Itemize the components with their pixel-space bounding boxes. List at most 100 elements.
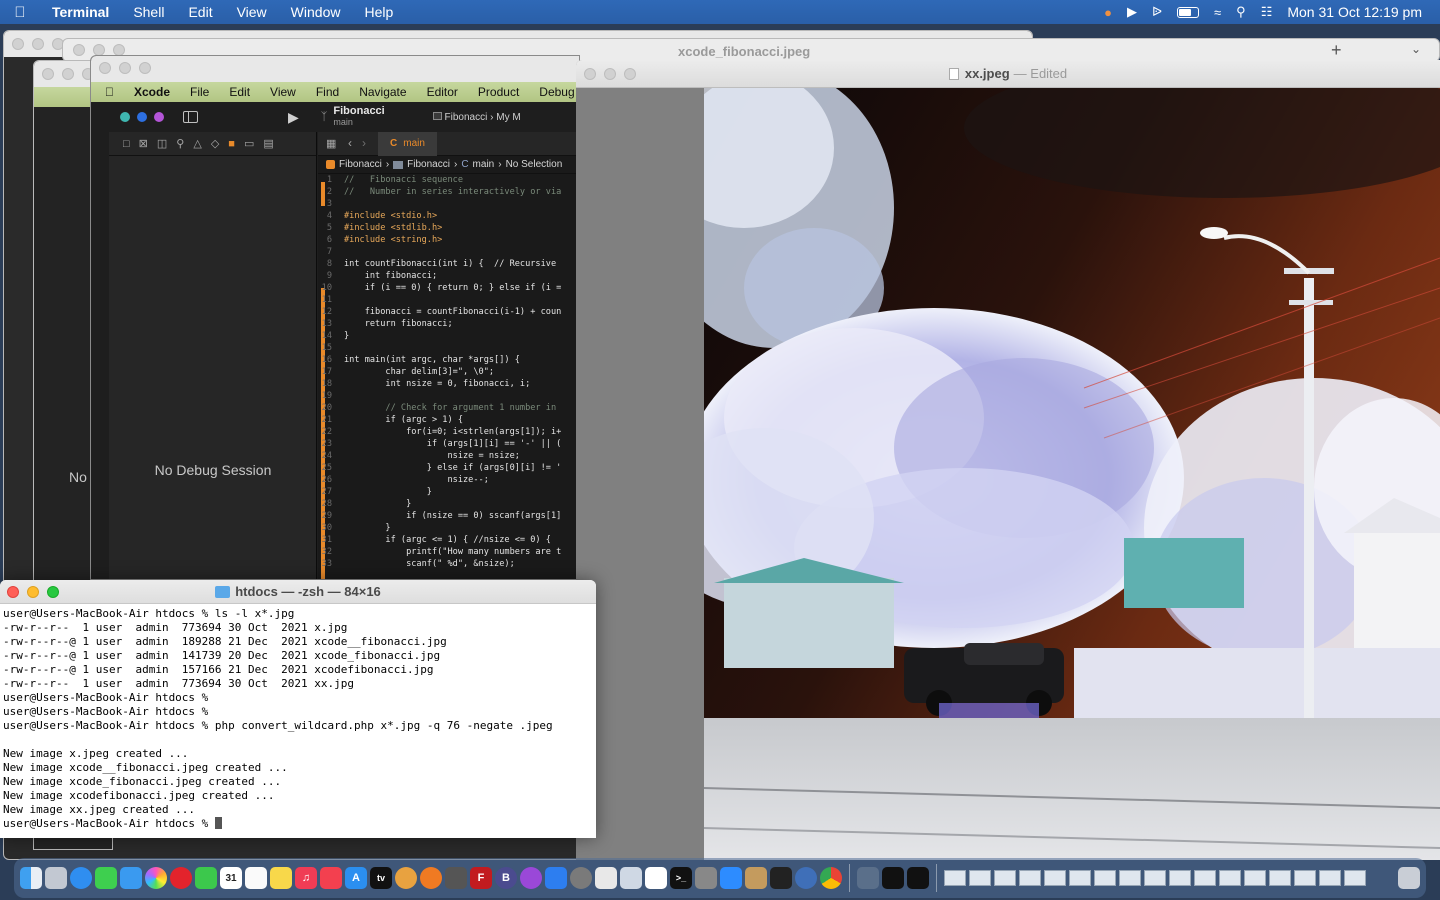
calculator-icon[interactable] [445,867,467,889]
code-line[interactable]: 1 // Fibonacci sequence [318,174,579,186]
code-line[interactable]: 23 if (args[1][i] == '-' || ( [318,438,579,450]
xcode-menu-debug[interactable]: Debug [529,85,579,99]
minimized-window-thumbnail[interactable] [994,870,1016,886]
gamepad-icon[interactable] [395,867,417,889]
launchpad-icon[interactable] [45,867,67,889]
code-line[interactable]: 17 char delim[3]=", \0"; [318,366,579,378]
minimized-window-thumbnail[interactable] [1294,870,1316,886]
xcode-menu-editor[interactable]: Editor [417,85,468,99]
jump-bar-project[interactable]: Fibonacci [339,159,382,170]
minimized-window-thumbnail[interactable] [969,870,991,886]
code-line[interactable]: 12 fibonacci = countFibonacci(i-1) + cou… [318,306,579,318]
bbedit-icon[interactable]: B [495,867,517,889]
minimized-window-thumbnail[interactable] [1044,870,1066,886]
window-dot-blue[interactable] [137,112,147,122]
bluetooth-icon[interactable]: ᐉ [1152,4,1162,20]
wifi-icon[interactable]: ≈ [1214,5,1221,20]
code-line[interactable]: 10 if (i == 0) { return 0; } else if (i … [318,282,579,294]
terminal-titlebar[interactable]: htdocs — -zsh — 84×16 [0,580,596,604]
play-status-icon[interactable]: ▶ [1127,4,1137,20]
finder-icon[interactable] [20,867,42,889]
system-preferences-icon[interactable] [570,867,592,889]
jump-bar-folder[interactable]: Fibonacci [407,159,450,170]
messages-icon[interactable] [95,867,117,889]
xcode-menu-product[interactable]: Product [468,85,529,99]
grid-icon[interactable]: ▦ [326,137,336,150]
terminal-window-icon[interactable] [907,867,929,889]
code-line[interactable]: 16 int main(int argc, char *args[]) { [318,354,579,366]
sidebar-toggle-icon[interactable] [183,111,198,123]
folder-icon[interactable]: □ [123,138,130,150]
new-tab-plus-icon[interactable]: + [1331,40,1342,61]
minimized-window-thumbnail[interactable] [1194,870,1216,886]
music-icon[interactable]: ♫ [295,867,317,889]
close-button[interactable] [7,586,19,598]
chrome-icon[interactable] [820,867,842,889]
minimized-window-thumbnail[interactable] [1144,870,1166,886]
code-line[interactable]: 21 if (argc > 1) { [318,414,579,426]
minimized-window-thumbnail[interactable] [1169,870,1191,886]
menu-window[interactable]: Window [279,4,353,20]
terminal-output[interactable]: user@Users-MacBook-Air htdocs % ls -l x*… [0,604,596,831]
mail-icon[interactable] [120,867,142,889]
script-editor-icon[interactable] [695,867,717,889]
code-line[interactable]: 29 if (nsize == 0) sscanf(args[1] [318,510,579,522]
xcode-menu-find[interactable]: Find [306,85,349,99]
minimized-window-thumbnail[interactable] [1269,870,1291,886]
forward-arrow-icon[interactable]: › [362,136,366,150]
minimized-window-thumbnail[interactable] [1019,870,1041,886]
code-line[interactable]: 20 // Check for argument 1 number in [318,402,579,414]
minimize-button[interactable] [27,586,39,598]
preview-titlebar[interactable]: xx.jpeg — Edited [576,60,1440,88]
sequel-icon[interactable] [595,867,617,889]
report-icon[interactable]: ▤ [263,137,273,150]
safari-icon[interactable] [70,867,92,889]
code-line[interactable]: 26 nsize--; [318,474,579,486]
code-line[interactable]: 15 [318,342,579,354]
terminal-prompt-line[interactable]: user@Users-MacBook-Air htdocs % [3,817,596,831]
zoom-app-icon[interactable] [720,867,742,889]
code-line[interactable]: 22 for(i=0; i<strlen(args[1]); i+ [318,426,579,438]
intellij-icon[interactable] [770,867,792,889]
facetime-icon[interactable] [195,867,217,889]
firefox-icon[interactable] [420,867,442,889]
calendar-icon[interactable]: 31 [220,867,242,889]
xcode-menu-xcode[interactable]: Xcode [124,85,180,99]
apple-menu-icon[interactable]:  [0,4,40,21]
keychain-icon[interactable] [745,867,767,889]
terminal-window[interactable]: htdocs — -zsh — 84×16 user@Users-MacBook… [0,580,596,838]
run-button-icon[interactable]: ▶ [288,109,299,126]
code-line[interactable]: 4 #include <stdio.h> [318,210,579,222]
code-line[interactable]: 3 [318,198,579,210]
status-app-icon[interactable]: ● [1104,5,1112,20]
chevron-down-icon[interactable]: ⌄ [1411,42,1421,56]
code-line[interactable]: 5 #include <stdlib.h> [318,222,579,234]
terminal-icon[interactable]: >_ [670,867,692,889]
xcode-menu-view[interactable]: View [260,85,306,99]
code-lines[interactable]: 1 // Fibonacci sequence 2 // Number in seri… [318,174,579,570]
window-dot-purple[interactable] [154,112,164,122]
symbol-icon[interactable]: ◫ [157,137,167,150]
find-icon[interactable]: ⚲ [176,137,184,150]
code-line[interactable]: 18 int nsize = 0, fibonacci, i; [318,378,579,390]
minimized-window-thumbnail[interactable] [1069,870,1091,886]
tab-main[interactable]: C main [378,131,437,156]
code-line[interactable]: 30 } [318,522,579,534]
podcasts-icon[interactable] [520,867,542,889]
photos-icon[interactable] [145,867,167,889]
minimized-window-thumbnail[interactable] [1094,870,1116,886]
opera-icon[interactable] [170,867,192,889]
textedit-icon[interactable] [645,867,667,889]
news-icon[interactable] [320,867,342,889]
code-line[interactable]: 2 // Number in series interactively or vi… [318,186,579,198]
elephant-app-icon[interactable] [857,867,879,889]
apple-tv-icon[interactable]: tv [370,867,392,889]
notes-icon[interactable] [270,867,292,889]
xcode-apple-icon[interactable]:  [91,85,124,99]
preview-window[interactable]: xx.jpeg — Edited [576,60,1440,860]
code-line[interactable]: 7 [318,246,579,258]
debug-icon[interactable]: ■ [228,138,235,150]
menu-app-name[interactable]: Terminal [40,4,121,20]
menu-help[interactable]: Help [352,4,405,20]
jump-bar-file[interactable]: main [473,159,495,170]
